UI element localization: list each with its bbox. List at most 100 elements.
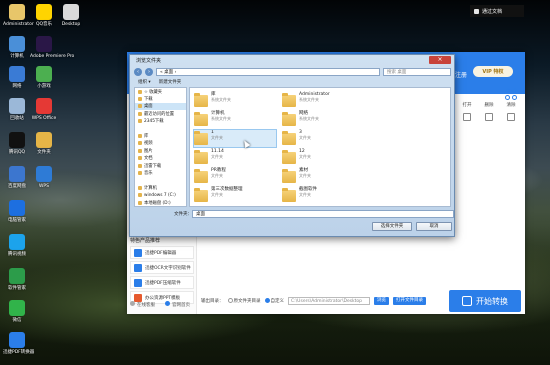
folder-item[interactable]: 12 文件夹 [282, 149, 364, 166]
tree-item[interactable]: 下载 [135, 95, 186, 102]
tree-item[interactable]: 图片 [135, 147, 186, 154]
product-sidebar: 特色产品推荐 迅捷PDF编辑器 迅捷OCR文字识别软件 迅捷PDF压缩软件 办公… [127, 232, 197, 314]
ocr-icon [134, 263, 142, 272]
browse-button[interactable]: 浏览 [374, 297, 389, 305]
folder-item[interactable]: 截图软件 文件夹 [282, 187, 364, 204]
back-icon[interactable]: ‹ [134, 68, 142, 76]
grid-view-icon[interactable] [505, 88, 517, 100]
tree-item[interactable]: 迅雷下载 [135, 162, 186, 169]
folder-item[interactable]: 网络 系统文件夹 [282, 111, 364, 128]
clear-button[interactable]: 清除 [501, 102, 521, 123]
tree-item[interactable]: 桌面 [135, 102, 186, 111]
folder-icon [138, 200, 142, 205]
online-service-link[interactable]: 在线客服 [130, 301, 155, 308]
desktop-icon[interactable]: Desktop [57, 4, 85, 27]
tree-item-label: 视频 [144, 141, 153, 147]
radio-custom[interactable] [264, 298, 270, 303]
folder-item[interactable]: 计算机 系统文件夹 [194, 111, 276, 128]
option-original-folder[interactable]: 原文件夹目录 [227, 298, 261, 304]
vip-button[interactable]: VIP 特权 [473, 66, 513, 77]
desktop-icon[interactable]: 微信 [3, 300, 31, 323]
sidebar-item-label: 迅捷PDF压缩软件 [145, 280, 181, 286]
radio-original[interactable] [227, 298, 233, 303]
output-path-field[interactable]: C:\Users\Administrator\Desktop [288, 297, 370, 305]
tree-item[interactable]: windows 7 (C:) [135, 191, 186, 198]
desktop-app-icon [36, 98, 52, 114]
app-register-link[interactable]: 注册 [455, 70, 467, 79]
desktop-icon[interactable]: 小游戏 [30, 66, 58, 89]
homepage-label: 官网首页 [172, 303, 190, 308]
desktop-icon[interactable]: 腾讯视频 [3, 234, 31, 257]
tree-item[interactable] [135, 177, 186, 184]
folder-icon [138, 119, 142, 124]
tree-item[interactable]: 库 [135, 132, 186, 139]
tree-item[interactable] [135, 125, 186, 132]
folder-icon [194, 188, 208, 202]
option-original-label: 原文件夹目录 [233, 299, 261, 304]
notice-bar[interactable]: 通过文档 [470, 5, 524, 17]
desktop-icon[interactable]: Administrator [3, 4, 34, 27]
folder-item[interactable]: 素材 文件夹 [282, 168, 364, 185]
open-button[interactable]: 打开 [457, 102, 477, 123]
desktop-icon[interactable]: 百度网盘 [3, 166, 31, 189]
folder-icon [138, 104, 142, 109]
desktop-icon[interactable]: 迅捷PDF转换器 [3, 332, 34, 355]
desktop-icon[interactable]: WPS [30, 166, 58, 189]
folder-item[interactable]: 11.14 文件夹 [194, 149, 276, 166]
folder-type: 文件夹 [211, 192, 223, 197]
desktop-app-icon [36, 166, 52, 182]
folder-icon [194, 93, 208, 107]
folder-name-field[interactable]: 桌面 [192, 210, 454, 218]
forward-icon[interactable]: › [145, 68, 153, 76]
desktop-icon[interactable]: Adobe Premiere Pro [30, 36, 74, 59]
desktop-icon[interactable]: WPS Office [30, 98, 58, 121]
desktop-icon[interactable]: 回收站 [3, 98, 31, 121]
tree-item[interactable]: 2345下载 [135, 118, 186, 125]
folder-item[interactable]: PR教程 文件夹 [194, 168, 276, 185]
cancel-button[interactable]: 取消 [416, 222, 452, 231]
tree-item[interactable]: 文档 [135, 155, 186, 162]
new-folder-button[interactable]: 新建文件夹 [159, 79, 182, 85]
desktop-icon[interactable]: 电脑管家 [3, 200, 31, 223]
select-folder-button[interactable]: 选择文件夹 [372, 222, 412, 231]
folder-item[interactable]: 库系统文件夹 [194, 92, 276, 109]
folder-icon [138, 111, 142, 116]
desktop-app-icon [9, 132, 25, 148]
desktop-icon[interactable]: 软件管家 [3, 268, 31, 291]
online-service-label: 在线客服 [137, 303, 155, 308]
sidebar-item-pdf-compress[interactable]: 迅捷PDF压缩软件 [130, 276, 194, 289]
delete-button[interactable]: 删除 [479, 102, 499, 123]
desktop-icon[interactable]: 腾讯QQ [3, 132, 31, 155]
desktop-app-icon [63, 4, 79, 20]
organize-menu[interactable]: 组织 ▾ [138, 79, 151, 85]
desktop-icon[interactable]: 文件夹 [30, 132, 58, 155]
open-directory-button[interactable]: 打开文件目录 [393, 297, 426, 305]
desktop-icon[interactable]: 计算机 [3, 36, 31, 59]
option-custom-folder[interactable]: 自定义 [264, 298, 284, 304]
start-convert-button[interactable]: 开始转换 [449, 290, 521, 312]
delete-icon [485, 113, 493, 121]
tree-item[interactable]: 计算机 [135, 184, 186, 191]
tree-item-label: 图片 [144, 148, 153, 154]
folder-item[interactable]: Administrator 系统文件夹 [282, 92, 364, 109]
folder-item[interactable]: 第三次数据整理 文件夹 [194, 187, 276, 204]
tree-item[interactable]: 视频 [135, 140, 186, 147]
file-list: 库系统文件夹 Administrator 系统文件夹 计算机 系统文件夹 网络 系统文件夹 1… [189, 87, 451, 207]
tree-item[interactable]: 最近访问的位置 [135, 110, 186, 117]
start-convert-label: 开始转换 [476, 296, 508, 306]
address-field[interactable]: « 桌面 › [156, 68, 380, 76]
dialog-close-button[interactable]: × [429, 56, 451, 64]
folder-item[interactable]: 3 文件夹 [282, 130, 364, 147]
folder-item[interactable]: 1 文件夹 [193, 129, 277, 148]
desktop-icon[interactable]: 网络 [3, 66, 31, 89]
tree-item[interactable]: ☆ 收藏夹 [135, 88, 186, 95]
sidebar-item-pdf-editor[interactable]: 迅捷PDF编辑器 [130, 246, 194, 259]
search-field[interactable]: 搜索 桌面 [383, 68, 451, 76]
folder-icon [282, 150, 296, 164]
desktop-icon-label: 文件夹 [37, 150, 51, 155]
tree-item[interactable]: 本地磁盘 (D:) [135, 199, 186, 206]
homepage-link[interactable]: 官网首页 [165, 301, 190, 308]
tree-item[interactable]: 音乐 [135, 169, 186, 176]
desktop-icon[interactable]: QQ音乐 [30, 4, 58, 27]
sidebar-item-ocr[interactable]: 迅捷OCR文字识别软件 [130, 261, 194, 274]
